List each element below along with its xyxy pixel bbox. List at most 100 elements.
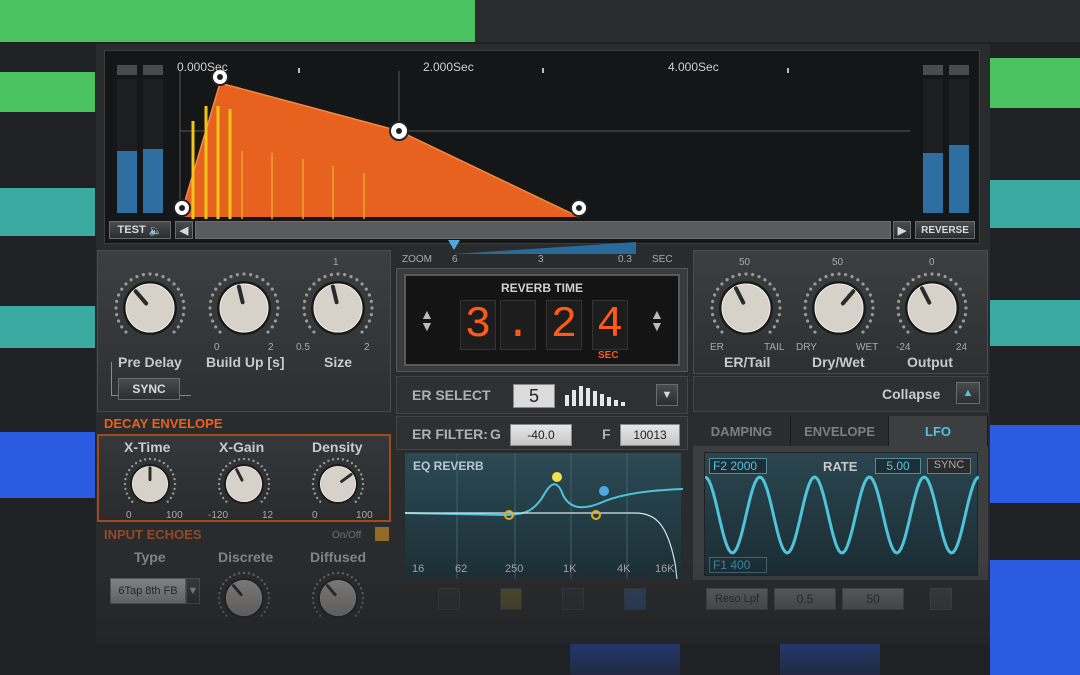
- knob-scale-dot: [219, 473, 223, 476]
- increase-arrows-icon[interactable]: ▲ ▼: [650, 307, 664, 333]
- x-time-max: 100: [166, 510, 183, 521]
- er-select-dropdown[interactable]: ▼: [656, 384, 678, 406]
- knob-scale-dot: [731, 274, 735, 279]
- knob-scale-dot: [221, 468, 225, 472]
- er-filter-f-value[interactable]: 10013: [620, 424, 680, 446]
- zoom-strip[interactable]: ZOOM 6 3 0.3 SEC: [396, 240, 686, 266]
- er-filter-g-value[interactable]: -40.0: [510, 424, 572, 446]
- reverse-button[interactable]: REVERSE: [915, 221, 975, 239]
- eq-band-button-3[interactable]: [562, 588, 584, 610]
- lfo-sync-button[interactable]: SYNC: [927, 458, 971, 474]
- knob-scale-dot: [963, 299, 967, 303]
- test-button[interactable]: TEST 🔈: [109, 221, 171, 239]
- echo-type-select[interactable]: 6Tap 8th FB: [110, 578, 186, 604]
- test-label: TEST: [117, 224, 146, 236]
- knob-scale-dot: [336, 272, 340, 276]
- knob-scale-dot: [861, 330, 865, 334]
- lfo-toggle[interactable]: [930, 588, 952, 610]
- knob-scale-dot: [221, 582, 225, 586]
- eq-freq-250: 250: [505, 563, 524, 575]
- scroll-right-button[interactable]: ▶: [893, 221, 911, 239]
- er-select-value[interactable]: 5: [513, 384, 555, 408]
- knob-scale-dot: [744, 272, 748, 276]
- scroll-left-button[interactable]: ◀: [175, 221, 193, 239]
- knob-scale-dot: [312, 282, 316, 286]
- reverb-time-display[interactable]: REVERB TIME ▲ ▼ ▲ ▼ 3 . 2 4 SEC: [404, 274, 680, 366]
- knob-scale-dot: [712, 293, 717, 297]
- knob-scale-dot: [772, 287, 776, 291]
- knob-scale-dot: [265, 473, 269, 476]
- knob-scale-dot: [716, 325, 720, 329]
- knob-scale-dot: [263, 582, 267, 586]
- knob-scale-dot: [166, 500, 169, 503]
- knob-scale-dot: [124, 282, 128, 286]
- density-knob[interactable]: [310, 456, 366, 512]
- knob-scale-dot: [131, 465, 134, 468]
- density-label: Density: [312, 439, 363, 455]
- eq-band-button-4[interactable]: [624, 588, 646, 610]
- knob-scale-dot: [870, 299, 874, 303]
- knob-scale-dot: [327, 573, 330, 577]
- reverb-digit-1: 3: [460, 300, 496, 350]
- diffused-knob[interactable]: [310, 570, 366, 626]
- tab-envelope[interactable]: ENVELOPE: [791, 416, 889, 446]
- output-knob[interactable]: [894, 270, 970, 346]
- er-tail-knob[interactable]: [708, 270, 784, 346]
- eq-band-button-1[interactable]: [438, 588, 460, 610]
- input-echoes-toggle[interactable]: [375, 527, 389, 541]
- knob-scale-dot: [809, 287, 813, 291]
- eq-band-button-2[interactable]: [500, 588, 522, 610]
- knob-scale-dot: [898, 319, 903, 323]
- knob-scale-dot: [954, 282, 958, 286]
- size-knob[interactable]: [300, 270, 376, 346]
- knob-scale-dot: [265, 606, 269, 609]
- build-up-knob[interactable]: [206, 270, 282, 346]
- x-time-min: 0: [126, 510, 132, 521]
- knob-scale-dot: [223, 278, 227, 282]
- tab-lfo[interactable]: LFO: [889, 416, 988, 446]
- x-time-knob[interactable]: [122, 456, 178, 512]
- knob-scale-dot: [367, 319, 372, 323]
- knob-scale-dot: [267, 596, 271, 600]
- knob-scale-dot: [276, 306, 280, 310]
- knob-scale-dot: [897, 313, 901, 317]
- knob-scale-dot: [349, 274, 353, 279]
- dry-wet-knob[interactable]: [801, 270, 877, 346]
- knob-scale-dot: [350, 461, 354, 465]
- knob-scale-dot: [115, 299, 119, 303]
- knob-scale-dot: [361, 596, 365, 600]
- knob-scale-dot: [361, 591, 364, 595]
- collapse-button[interactable]: ▲: [956, 382, 980, 404]
- knob-scale-dot: [173, 482, 177, 486]
- knob-scale-dot: [313, 473, 317, 476]
- discrete-knob[interactable]: [216, 570, 272, 626]
- decrease-arrows-icon[interactable]: ▲ ▼: [420, 307, 434, 333]
- lfo-display[interactable]: F2 2000 RATE 5.00 SYNC F1 400: [704, 452, 979, 576]
- reverb-digit-2: 2: [546, 300, 582, 350]
- er-pattern-bar: [565, 395, 569, 406]
- lfo-param-2[interactable]: 50: [842, 588, 904, 610]
- knob-scale-dot: [949, 278, 953, 282]
- pre-delay-sync-button[interactable]: SYNC: [118, 378, 180, 400]
- lfo-rate-value[interactable]: 5.00: [875, 458, 921, 474]
- discrete-label: Discrete: [218, 549, 274, 565]
- envelope-display[interactable]: 0.000Sec 2.000Sec 4.000Sec TEST 🔈 ◀ ▶ RE…: [104, 50, 980, 244]
- pre-delay-knob[interactable]: [112, 270, 188, 346]
- tab-damping[interactable]: DAMPING: [693, 416, 791, 446]
- x-gain-knob[interactable]: [216, 456, 272, 512]
- lfo-f2-box[interactable]: F2 2000: [709, 458, 767, 474]
- knob-scale-dot: [167, 278, 171, 282]
- knob-scale-dot: [868, 293, 873, 297]
- knob-scale-dot: [304, 319, 309, 323]
- knob-scale-dot: [219, 492, 223, 495]
- lfo-param-1[interactable]: 0.5: [774, 588, 836, 610]
- eq-reverb-graph[interactable]: EQ REVERB 16 62 250 1K 4K 16K: [404, 452, 683, 579]
- timeline-scrollbar[interactable]: [195, 221, 891, 239]
- lfo-filter-type[interactable]: Reso Lpf: [706, 588, 768, 610]
- er-pattern-bar: [586, 388, 590, 406]
- echo-type-dropdown[interactable]: ▼: [186, 578, 200, 604]
- knob-scale-dot: [367, 293, 372, 297]
- knob-scale-dot: [158, 459, 161, 463]
- lfo-f1-box[interactable]: F1 400: [709, 557, 767, 573]
- knob-scale-dot: [319, 614, 322, 617]
